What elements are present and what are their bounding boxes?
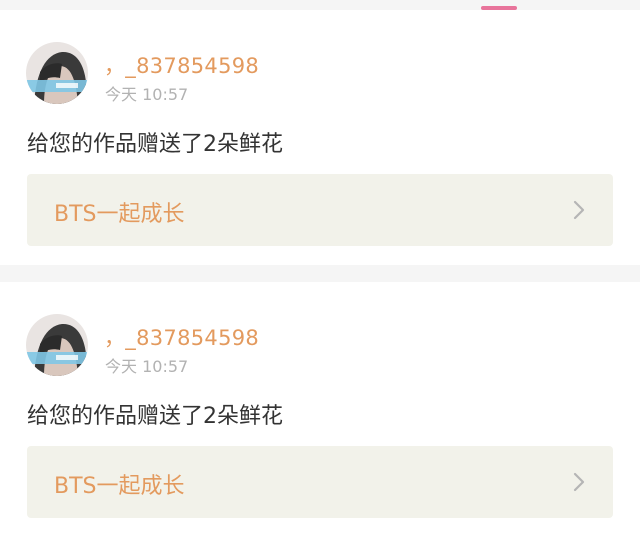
timestamp: 今天 10:57 xyxy=(105,85,189,104)
notification-message: 给您的作品赠送了2朵鲜花 xyxy=(27,404,283,429)
avatar[interactable] xyxy=(26,42,88,104)
notification-message: 给您的作品赠送了2朵鲜花 xyxy=(27,132,283,157)
work-title: BTS一起成长 xyxy=(54,474,185,499)
work-link-button[interactable]: BTS一起成长 xyxy=(27,174,613,246)
username[interactable]: ，_837854598 xyxy=(104,322,259,352)
notification-card: ，_837854598 今天 10:57 给您的作品赠送了2朵鲜花 BTS一起成… xyxy=(0,10,640,265)
username[interactable]: ，_837854598 xyxy=(104,50,259,80)
chevron-right-icon xyxy=(571,200,587,220)
avatar[interactable] xyxy=(26,314,88,376)
work-link-button[interactable]: BTS一起成长 xyxy=(27,446,613,518)
timestamp: 今天 10:57 xyxy=(105,357,189,376)
notification-card: ，_837854598 今天 10:57 给您的作品赠送了2朵鲜花 BTS一起成… xyxy=(0,282,640,535)
chevron-right-icon xyxy=(571,472,587,492)
work-title: BTS一起成长 xyxy=(54,202,185,227)
